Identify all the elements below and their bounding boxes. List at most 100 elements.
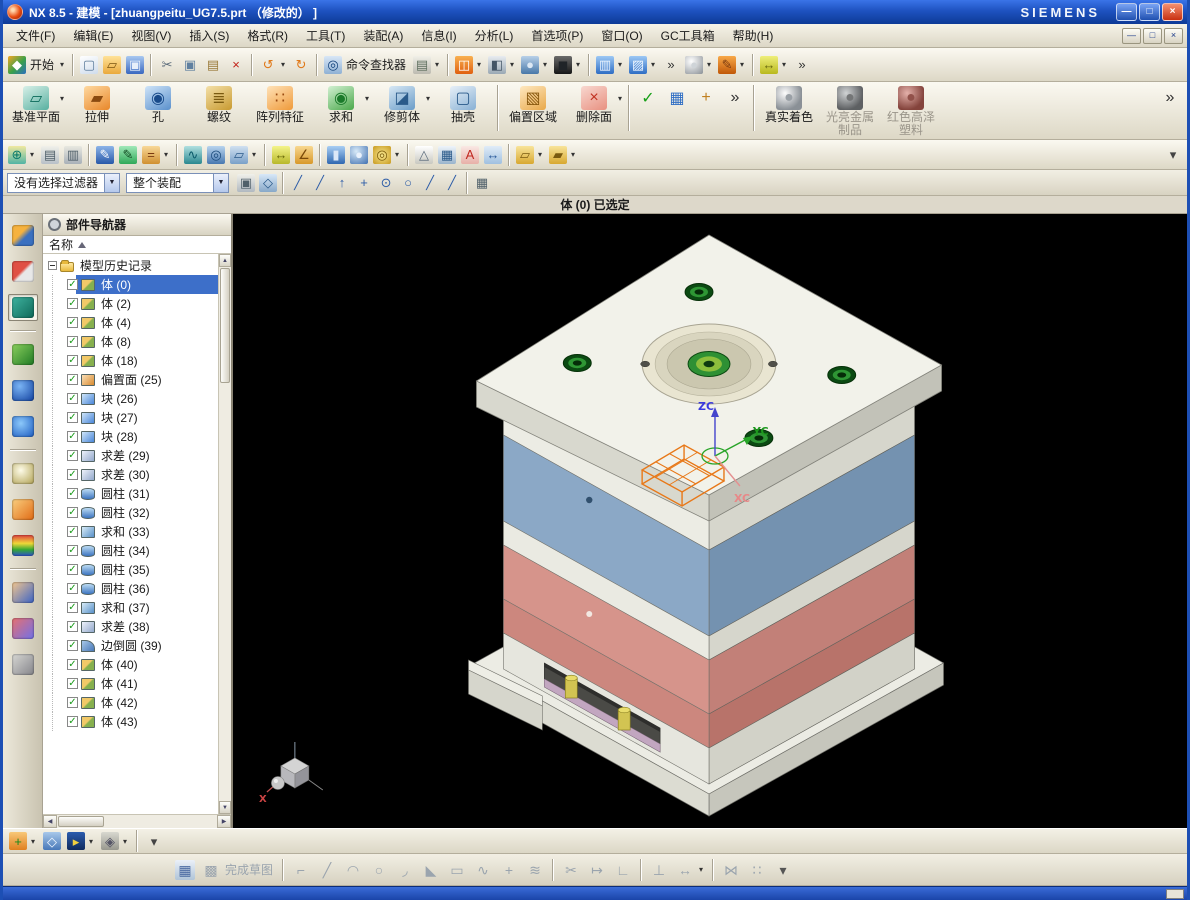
tree-item[interactable]: 圆柱 (36) [46, 579, 218, 598]
polish-tool-button[interactable]: ● [683, 55, 715, 75]
spray-paint-button[interactable]: ✎ [716, 55, 748, 75]
fillet-button[interactable]: ◞ [393, 859, 417, 881]
snap-point-grid-button[interactable]: ▦ [471, 173, 493, 193]
visibility-checkbox[interactable] [67, 431, 78, 442]
visibility-checkbox[interactable] [67, 412, 78, 423]
scroll-left-arrow[interactable] [43, 815, 57, 828]
menu-preferences[interactable]: 首选项(P) [522, 24, 592, 47]
shell-button[interactable]: ▢ 抽壳 [433, 85, 493, 125]
tree-item[interactable]: 偏置面 (25) [46, 370, 218, 389]
dropdown-arrow-icon[interactable] [121, 837, 129, 846]
snap-existing-point-button[interactable]: ╱ [419, 173, 441, 193]
tree-item[interactable]: 体 (0) [46, 275, 218, 294]
tree-item[interactable]: 圆柱 (35) [46, 560, 218, 579]
delete-button[interactable]: × [225, 55, 247, 75]
sketch-in-task-button[interactable]: ✎ [117, 145, 139, 165]
features-overflow-2-button[interactable]: » [1156, 85, 1184, 112]
chamfer-button[interactable]: ◣ [419, 859, 443, 881]
point-button[interactable]: + [497, 859, 521, 881]
facet-body-button[interactable]: △ [413, 145, 435, 165]
torus-button[interactable]: ◎ [371, 145, 403, 165]
dropdown-arrow-icon[interactable] [574, 60, 582, 69]
true-shading-button[interactable]: ● 真实着色 [759, 85, 819, 125]
toolbar-overflow-2-button[interactable]: » [791, 55, 813, 75]
display-mode-button[interactable]: ◧ [486, 55, 518, 75]
dropdown-arrow-icon[interactable] [738, 60, 746, 69]
start-button[interactable]: ◆ 开始 [6, 55, 68, 75]
menu-view[interactable]: 视图(V) [122, 24, 180, 47]
offset-curve-button[interactable]: ≋ [523, 859, 547, 881]
circle-button[interactable]: ○ [367, 859, 391, 881]
tree-item[interactable]: 块 (28) [46, 427, 218, 446]
snap-quadrant-button[interactable]: ○ [397, 173, 419, 193]
toolbar-overflow-1-button[interactable]: » [660, 55, 682, 75]
sketch-overflow-button[interactable]: ▾ [771, 859, 795, 881]
tree-item[interactable]: 体 (42) [46, 693, 218, 712]
visibility-checkbox[interactable] [67, 697, 78, 708]
thread-button[interactable]: ≣ 螺纹 [189, 85, 249, 125]
close-button[interactable]: × [1162, 3, 1183, 21]
menu-information[interactable]: 信息(I) [412, 24, 465, 47]
horizontal-scrollbar[interactable] [43, 814, 231, 828]
dropdown-arrow-icon[interactable] [29, 837, 37, 846]
finish-sketch-button[interactable]: ▩ 完成草图 [199, 859, 277, 881]
dropdown-arrow-icon[interactable] [649, 60, 657, 69]
examine-geometry-button[interactable]: ✓ [634, 85, 662, 112]
menu-window[interactable]: 窗口(O) [592, 24, 651, 47]
window-cascade-button[interactable]: ▨ [627, 55, 659, 75]
roles-button[interactable] [8, 579, 38, 606]
swept-button[interactable]: ∿ [182, 145, 204, 165]
visibility-checkbox[interactable] [67, 374, 78, 385]
view-background-button[interactable]: ◼ [552, 55, 584, 75]
process-studio-button[interactable] [8, 496, 38, 523]
snap-intersection-button[interactable]: + [353, 173, 375, 193]
snap-endpoint-button[interactable]: ╱ [287, 173, 309, 193]
visibility-checkbox[interactable] [67, 678, 78, 689]
minimize-button[interactable]: — [1116, 3, 1137, 21]
paste-button[interactable]: ▤ [202, 55, 224, 75]
visibility-checkbox[interactable] [67, 526, 78, 537]
visibility-checkbox[interactable] [67, 583, 78, 594]
menu-file[interactable]: 文件(F) [7, 24, 64, 47]
cylinder-button[interactable]: ▮ [325, 145, 347, 165]
visibility-checkbox[interactable] [67, 450, 78, 461]
auto-dimension-button[interactable]: ↔ [673, 859, 707, 881]
graphics-window[interactable]: ZC YC XC X [233, 214, 1187, 828]
type-filter-button[interactable]: ▣ [235, 173, 257, 193]
menu-edit[interactable]: 编辑(E) [64, 24, 122, 47]
visibility-checkbox[interactable] [67, 507, 78, 518]
dropdown-arrow-icon[interactable] [616, 60, 624, 69]
new-file-button[interactable]: ▢ [78, 55, 100, 75]
system-materials-button[interactable] [8, 651, 38, 678]
offset-region-button[interactable]: ▧ 偏置区域 [503, 85, 563, 125]
visibility-checkbox[interactable] [67, 659, 78, 670]
hd3d-tools-button[interactable] [8, 377, 38, 404]
vertical-scrollbar[interactable] [218, 254, 231, 814]
tree-item[interactable]: 求差 (29) [46, 446, 218, 465]
dropdown-arrow-icon[interactable] [616, 94, 624, 103]
redo-button[interactable]: ↻ [290, 55, 312, 75]
new-window-button[interactable]: ▥ [594, 55, 626, 75]
line-button[interactable]: ╱ [315, 859, 339, 881]
arc-button[interactable]: ◠ [341, 859, 365, 881]
tree-item[interactable]: 体 (41) [46, 674, 218, 693]
dropdown-arrow-icon[interactable] [508, 60, 516, 69]
dropdown-arrow-icon[interactable] [697, 865, 705, 874]
move-to-layer-button[interactable]: ▥ [62, 145, 84, 165]
sketch-grid-button[interactable]: ▦ [173, 859, 197, 881]
selection-scope-dropdown[interactable]: 整个装配 [126, 172, 230, 193]
tree-item[interactable]: 块 (27) [46, 408, 218, 427]
bottom-overflow-button[interactable]: ▾ [143, 831, 165, 851]
titlebar[interactable]: NX 8.5 - 建模 - [zhuangpeitu_UG7.5.prt （修改… [3, 0, 1187, 24]
scroll-right-arrow[interactable] [217, 815, 231, 828]
dropdown-arrow-icon[interactable] [780, 60, 788, 69]
vertical-scroll-thumb[interactable] [220, 268, 230, 383]
datum-csys-feature-button[interactable]: + [692, 85, 720, 112]
menu-gc-toolbox[interactable]: GC工具箱 [652, 24, 724, 47]
open-button[interactable]: ▱ [101, 55, 123, 75]
annotation-button[interactable]: A [459, 145, 481, 165]
tree-item[interactable]: 体 (2) [46, 294, 218, 313]
dropdown-arrow-icon[interactable] [541, 60, 549, 69]
quick-extend-button[interactable]: ↦ [585, 859, 609, 881]
assembly-constraints-button[interactable]: + [7, 831, 39, 851]
